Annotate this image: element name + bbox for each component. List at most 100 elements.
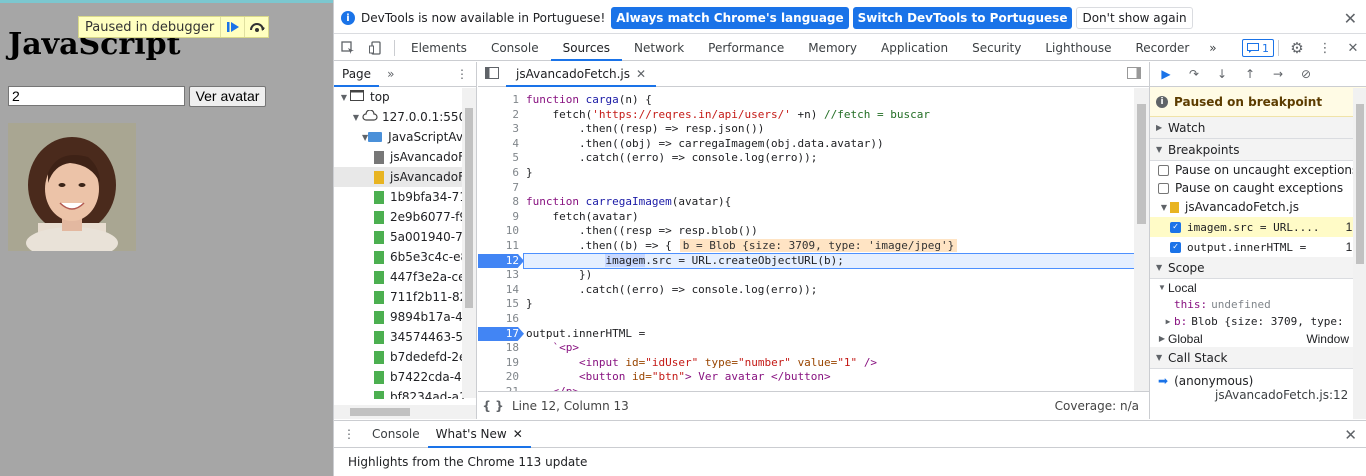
step-into-icon[interactable]: ↓ [1212,67,1232,81]
tab-elements[interactable]: Elements [399,35,479,61]
call-stack-section-header[interactable]: ▼ Call Stack [1150,347,1366,369]
close-drawer-icon[interactable]: ✕ [1344,426,1357,444]
checkbox[interactable] [1158,182,1169,194]
more-navigator-tabs-icon[interactable]: » [387,67,394,81]
ver-avatar-button[interactable]: Ver avatar [189,86,266,107]
call-frame[interactable]: ➡ (anonymous) [1150,373,1366,388]
line-number[interactable]: 10 [478,224,524,239]
scope-global[interactable]: ▶ Global Window [1150,330,1366,347]
close-icon[interactable]: ✕ [1344,9,1357,28]
tree-item[interactable]: 711f2b11-82 [334,287,476,307]
step-over-icon[interactable] [244,17,268,37]
step-icon[interactable]: → [1268,67,1288,81]
dont-show-again-button[interactable]: Don't show again [1076,7,1193,29]
line-number[interactable]: 2 [478,108,524,123]
tree-item[interactable]: ▼JavaScriptAvancado [334,127,476,147]
line-gutter[interactable]: 123456789101112131415161718192021 [478,93,524,391]
code-line[interactable]: .catch((erro) => console.log(erro)); [524,283,1134,298]
watch-section-header[interactable]: ▶ Watch [1150,117,1366,139]
checkbox[interactable] [1158,164,1169,176]
line-number[interactable]: 16 [478,312,524,327]
tree-item[interactable]: 1b9bfa34-71 [334,187,476,207]
debugger-scrollbar[interactable] [1353,88,1366,419]
customize-kebab-icon[interactable]: ⋮ [1311,35,1339,61]
scope-local[interactable]: ▼ Local [1150,279,1366,296]
resume-icon[interactable] [220,17,244,37]
close-tab-icon[interactable]: ✕ [636,67,646,81]
pretty-print-icon[interactable]: { } [478,399,508,413]
line-number[interactable]: 1 [478,93,524,108]
scope-var-b[interactable]: ▶ b: Blob {size: 3709, type: [1150,313,1366,330]
line-number[interactable]: 6 [478,166,524,181]
tab-lighthouse[interactable]: Lighthouse [1033,35,1123,61]
device-toolbar-icon[interactable] [362,35,390,61]
breakpoint-item[interactable]: ✓imagem.src = URL....12 [1150,217,1366,237]
code-line[interactable]: .then((resp) => resp.json()) [524,122,1134,137]
tree-item[interactable]: bf8234ad-a1 [334,387,476,399]
inspect-element-icon[interactable] [334,35,362,61]
breakpoints-section-header[interactable]: ▼ Breakpoints [1150,139,1366,161]
code-line[interactable]: } [524,166,1134,181]
line-number[interactable]: 13 [478,268,524,283]
line-number[interactable]: 7 [478,181,524,196]
step-over-icon[interactable]: ↷ [1184,67,1204,81]
tree-item[interactable]: b7dedefd-2e [334,347,476,367]
close-devtools-icon[interactable]: ✕ [1339,35,1366,61]
line-number[interactable]: 4 [478,137,524,152]
tree-item[interactable]: ▼ 127.0.0.1:5500 [334,107,476,127]
breakpoint-marker[interactable]: 17 [478,326,524,342]
editor-file-tab[interactable]: jsAvancadoFetch.js ✕ [506,62,657,87]
tab-application[interactable]: Application [869,35,960,61]
code-line[interactable]: } [524,297,1134,312]
line-number[interactable]: 3 [478,122,524,137]
navigator-menu-icon[interactable]: ⋮ [456,67,468,81]
issues-badge[interactable]: 1 [1242,39,1274,57]
tree-item[interactable]: 2e9b6077-f9 [334,207,476,227]
line-number[interactable]: 11 [478,239,524,254]
always-match-language-button[interactable]: Always match Chrome's language [611,7,849,29]
line-number[interactable]: 18 [478,341,524,356]
navigator-scrollbar[interactable] [462,88,476,398]
breakpoint-item[interactable]: ✓output.innerHTML =17 [1150,237,1366,257]
tree-item[interactable]: 34574463-58 [334,327,476,347]
breakpoint-checkbox[interactable]: ✓ [1170,221,1181,233]
line-number[interactable]: 9 [478,210,524,225]
line-number[interactable]: 5 [478,151,524,166]
code-line[interactable]: `<p> [524,341,1134,356]
tab-recorder[interactable]: Recorder [1124,35,1202,61]
pause-caught-checkbox[interactable]: Pause on caught exceptions [1150,179,1366,197]
step-out-icon[interactable]: ↑ [1240,67,1260,81]
scope-var-this[interactable]: this: undefined [1150,296,1366,313]
code-line[interactable]: fetch('https://reqres.in/api/users/' +n)… [524,108,1134,123]
settings-gear-icon[interactable]: ⚙ [1283,35,1311,61]
code-line[interactable]: .then((obj) => carregaImagem(obj.data.av… [524,137,1134,152]
code-line[interactable]: <input id="idUser" type="number" value="… [524,356,1134,371]
tree-item[interactable]: ▼ top [334,87,476,107]
code-scrollbar[interactable] [1134,88,1149,391]
tree-item[interactable]: 9894b17a-42 [334,307,476,327]
tab-network[interactable]: Network [622,35,696,61]
tree-item[interactable]: 6b5e3c4c-e8 [334,247,476,267]
line-number[interactable]: 14 [478,283,524,298]
drawer-menu-icon[interactable]: ⋮ [334,427,364,441]
frame-location[interactable]: jsAvancadoFetch.js:12 [1150,388,1366,403]
tab-page[interactable]: Page [334,62,380,87]
tab-console[interactable]: Console [479,35,551,61]
line-number[interactable]: 20 [478,370,524,385]
code-line[interactable]: output.innerHTML = [524,327,1134,342]
tree-item[interactable]: jsAvancadoFetch.js [334,167,476,187]
code-line[interactable] [524,312,1134,327]
code-line[interactable]: <button id="btn"> Ver avatar </button> [524,370,1134,385]
resume-icon[interactable]: ▶︎ [1156,67,1176,81]
tab-sources[interactable]: Sources [550,35,623,61]
code-line[interactable]: .then((b) => {b = Blob {size: 3709, type… [524,238,1134,254]
tab-memory[interactable]: Memory [796,35,869,61]
breakpoint-checkbox[interactable]: ✓ [1170,241,1181,253]
code-line[interactable]: .catch((erro) => console.log(erro)); [524,151,1134,166]
toggle-navigator-icon[interactable] [478,66,506,82]
tree-item[interactable]: jsAvancadoFetch.html [334,147,476,167]
code-line[interactable]: function carregaImagem(avatar){ [524,195,1134,210]
pause-uncaught-checkbox[interactable]: Pause on uncaught exceptions [1150,161,1366,179]
toggle-debugger-icon[interactable] [1127,66,1141,82]
code-line[interactable]: .then((resp => resp.blob()) [524,224,1134,239]
